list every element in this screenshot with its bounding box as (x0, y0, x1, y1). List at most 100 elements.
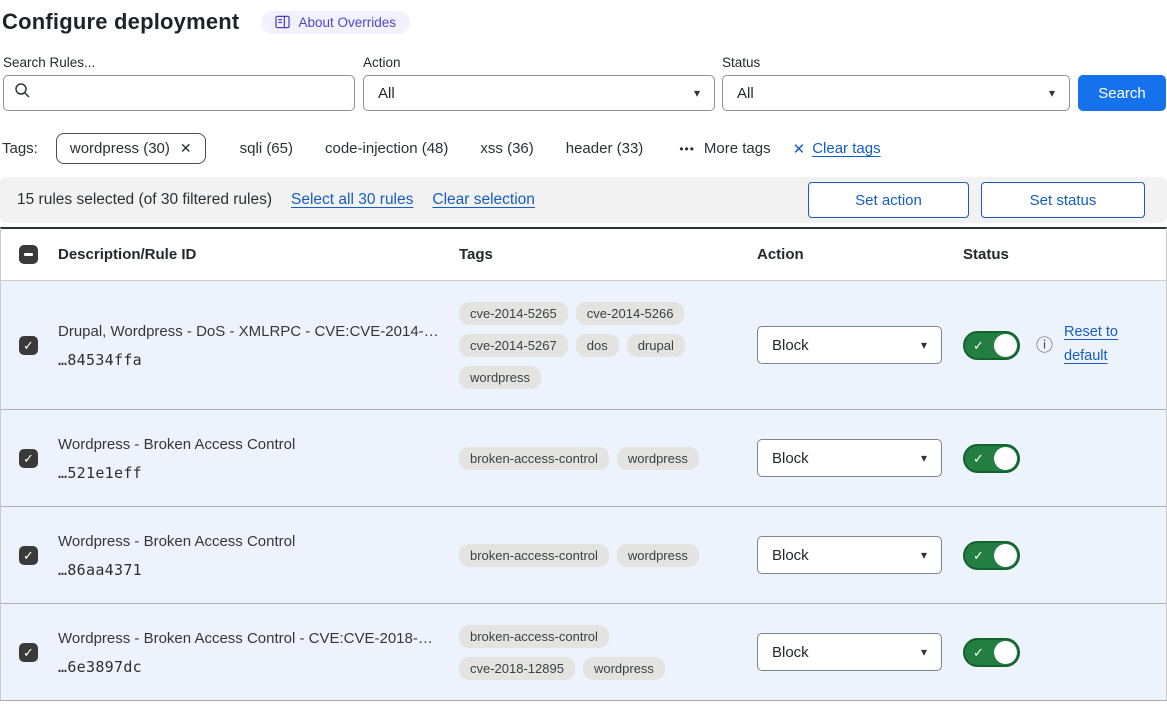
rule-tag: wordpress (583, 657, 665, 680)
tag-code-injection[interactable]: code-injection (48) (325, 140, 448, 157)
rule-status-cell: ✓ ⓘ Reset to default (963, 321, 1166, 369)
action-select[interactable]: Block ▾ (757, 439, 942, 477)
action-filter-label: Action (363, 55, 715, 70)
table-row: ✓ Wordpress - Broken Access Control …86a… (1, 506, 1166, 603)
close-icon: ✕ (793, 140, 806, 158)
search-button[interactable]: Search (1078, 75, 1166, 111)
clear-selection-link[interactable]: Clear selection (432, 191, 535, 209)
info-icon[interactable]: ⓘ (1036, 337, 1053, 354)
column-header-action: Action (757, 246, 963, 263)
action-filter-select[interactable]: All ▾ (363, 75, 715, 111)
tags-bar: Tags: wordpress (30) ✕ sqli (65) code-in… (0, 111, 1167, 164)
status-toggle[interactable]: ✓ (963, 541, 1020, 570)
tag-sqli[interactable]: sqli (65) (240, 140, 293, 157)
rule-tag: cve-2014-5267 (459, 334, 568, 357)
status-filter-select[interactable]: All ▾ (722, 75, 1070, 111)
page-header: Configure deployment About Overrides (0, 0, 1167, 35)
rule-tag: wordpress (617, 447, 699, 470)
selection-bar: 15 rules selected (of 30 filtered rules)… (0, 177, 1167, 223)
row-checkbox-cell: ✓ (1, 449, 58, 468)
search-rules-field: Search Rules... (3, 55, 355, 111)
more-tags-button[interactable]: ••• More tags (679, 140, 770, 157)
rules-table: Description/Rule ID Tags Action Status ✓… (0, 227, 1167, 701)
page-title: Configure deployment (2, 9, 239, 35)
caret-down-icon: ▾ (921, 549, 927, 561)
rule-description-cell: Wordpress - Broken Access Control - CVE:… (58, 628, 459, 676)
set-status-button[interactable]: Set status (981, 182, 1145, 218)
status-filter-label: Status (722, 55, 1070, 70)
rule-tag: broken-access-control (459, 447, 609, 470)
selected-tag-wordpress[interactable]: wordpress (30) ✕ (56, 133, 206, 164)
rule-tags-cell: broken-access-control wordpress (459, 447, 757, 470)
rule-tags-cell: broken-access-control wordpress (459, 544, 757, 567)
search-rules-input[interactable] (39, 84, 344, 103)
rule-tags-cell: cve-2014-5265 cve-2014-5266 cve-2014-526… (459, 302, 757, 389)
row-checkbox-cell: ✓ (1, 643, 58, 662)
action-filter-value: All (378, 85, 395, 102)
book-icon (275, 15, 290, 29)
rule-action-cell: Block ▾ (757, 536, 963, 574)
toggle-knob (994, 447, 1017, 470)
caret-down-icon: ▾ (1049, 87, 1055, 99)
rule-description: Wordpress - Broken Access Control - CVE:… (58, 628, 439, 649)
rule-tags-cell: broken-access-control cve-2018-12895 wor… (459, 625, 757, 680)
tags-label: Tags: (2, 140, 38, 157)
close-icon[interactable]: ✕ (180, 140, 192, 157)
table-row: ✓ Wordpress - Broken Access Control …521… (1, 409, 1166, 506)
action-select[interactable]: Block ▾ (757, 326, 942, 364)
action-select[interactable]: Block ▾ (757, 633, 942, 671)
select-all-checkbox[interactable] (19, 245, 38, 264)
rule-description: Wordpress - Broken Access Control (58, 434, 439, 455)
rule-id: …86aa4371 (58, 561, 439, 579)
clear-tags-label: Clear tags (812, 140, 880, 157)
table-header-row: Description/Rule ID Tags Action Status (1, 229, 1166, 280)
set-action-button[interactable]: Set action (808, 182, 969, 218)
ellipsis-icon: ••• (679, 142, 695, 156)
action-select[interactable]: Block ▾ (757, 536, 942, 574)
toggle-knob (994, 641, 1017, 664)
rule-id: …6e3897dc (58, 658, 439, 676)
row-checkbox[interactable]: ✓ (19, 643, 38, 662)
rule-description-cell: Drupal, Wordpress - DoS - XMLRPC - CVE:C… (58, 321, 459, 369)
selected-tag-label: wordpress (30) (70, 140, 170, 157)
check-icon: ✓ (973, 339, 984, 352)
caret-down-icon: ▾ (921, 646, 927, 658)
rule-tag: wordpress (459, 366, 541, 389)
configure-deployment-page: Configure deployment About Overrides Sea… (0, 0, 1167, 718)
search-rules-label: Search Rules... (3, 55, 355, 70)
row-checkbox[interactable]: ✓ (19, 449, 38, 468)
rule-status-cell: ✓ (963, 541, 1166, 570)
status-toggle[interactable]: ✓ (963, 638, 1020, 667)
caret-down-icon: ▾ (921, 452, 927, 464)
select-all-link[interactable]: Select all 30 rules (291, 191, 413, 209)
rule-tag: cve-2014-5266 (576, 302, 685, 325)
status-toggle[interactable]: ✓ (963, 444, 1020, 473)
indeterminate-icon (24, 253, 33, 256)
rule-tag: dos (576, 334, 619, 357)
column-header-status: Status (963, 246, 1166, 263)
table-row: ✓ Wordpress - Broken Access Control - CV… (1, 603, 1166, 700)
check-icon: ✓ (23, 646, 34, 659)
check-icon: ✓ (23, 339, 34, 352)
status-toggle[interactable]: ✓ (963, 331, 1020, 360)
filters-row: Search Rules... Action All ▾ Status (0, 35, 1167, 111)
tag-header[interactable]: header (33) (566, 140, 644, 157)
clear-tags-button[interactable]: ✕ Clear tags (793, 140, 881, 158)
row-checkbox-cell: ✓ (1, 546, 58, 565)
rule-tag: drupal (627, 334, 685, 357)
rule-action-cell: Block ▾ (757, 326, 963, 364)
rule-description: Wordpress - Broken Access Control (58, 531, 439, 552)
row-checkbox[interactable]: ✓ (19, 546, 38, 565)
row-checkbox[interactable]: ✓ (19, 336, 38, 355)
check-icon: ✓ (23, 452, 34, 465)
tag-xss[interactable]: xss (36) (480, 140, 533, 157)
header-checkbox-cell (1, 245, 58, 264)
action-value: Block (772, 547, 809, 564)
check-icon: ✓ (973, 549, 984, 562)
rule-description-cell: Wordpress - Broken Access Control …86aa4… (58, 531, 459, 579)
rule-description-cell: Wordpress - Broken Access Control …521e1… (58, 434, 459, 482)
action-filter-field: Action All ▾ (363, 55, 715, 111)
toggle-knob (994, 334, 1017, 357)
reset-to-default-link[interactable]: Reset to default (1064, 321, 1128, 369)
about-overrides-badge[interactable]: About Overrides (261, 11, 410, 34)
